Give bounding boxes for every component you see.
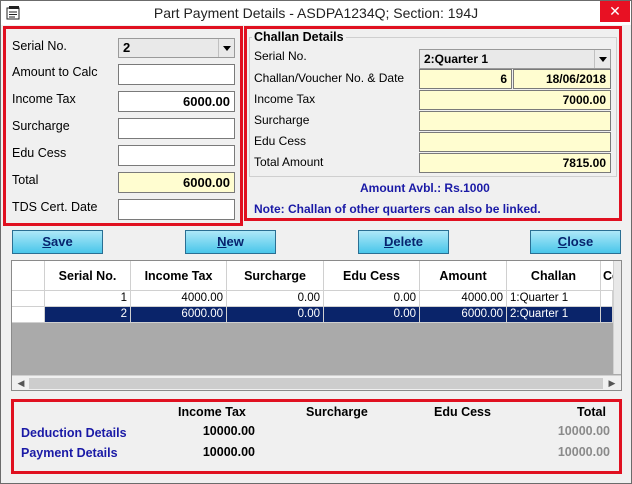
edu-cess-input[interactable]	[118, 145, 235, 166]
grid-corner-header	[12, 261, 45, 291]
scroll-left-icon[interactable]: ◀	[14, 376, 28, 390]
voucher-no-field: 6	[419, 69, 512, 89]
deduction-details-label: Deduction Details	[21, 426, 127, 440]
part-payment-window: Part Payment Details - ASDPA1234Q; Secti…	[0, 0, 632, 484]
challan-income-tax-label: Income Tax	[254, 92, 316, 106]
challan-total-field: 7815.00	[419, 153, 611, 173]
amount-calc-input[interactable]	[118, 64, 235, 85]
challan-edu-cess-label: Edu Cess	[254, 134, 307, 148]
challan-total-label: Total Amount	[254, 155, 324, 169]
col-serial-header[interactable]: Serial No.	[45, 261, 131, 291]
income-tax-label: Income Tax	[12, 92, 76, 106]
amount-calc-label: Amount to Calc	[12, 65, 98, 79]
table-cell[interactable]: 6000.00	[420, 307, 507, 323]
serial-select[interactable]: 2	[118, 38, 235, 58]
serial-select-value: 2	[123, 40, 131, 55]
table-cell[interactable]: 0.00	[227, 307, 324, 323]
summary-edu-cess-header: Edu Cess	[434, 405, 491, 419]
vertical-scrollbar[interactable]	[613, 261, 621, 374]
payments-grid[interactable]: Serial No. Income Tax Surcharge Edu Cess…	[11, 260, 622, 391]
income-tax-input[interactable]: 6000.00	[118, 91, 235, 112]
close-button-mnemonic: C	[557, 234, 568, 249]
save-button-label: ave	[50, 234, 73, 249]
table-cell[interactable]: 4000.00	[131, 291, 227, 307]
tds-date-label: TDS Cert. Date	[12, 200, 98, 214]
challan-note-text: Note: Challan of other quarters can also…	[254, 202, 541, 216]
table-cell[interactable]: 0.00	[324, 307, 420, 323]
scroll-right-icon[interactable]: ▶	[605, 376, 619, 390]
deduction-total-value: 10000.00	[557, 424, 610, 438]
challan-surcharge-field	[419, 111, 611, 131]
delete-button[interactable]: Delete	[358, 230, 449, 254]
table-cell[interactable]: 2	[45, 307, 131, 323]
payment-income-tax-value: 10000.00	[202, 445, 255, 459]
surcharge-label: Surcharge	[12, 119, 70, 133]
table-cell[interactable]: 6000.00	[131, 307, 227, 323]
surcharge-input[interactable]	[118, 118, 235, 139]
delete-button-label: elete	[393, 234, 424, 249]
chevron-down-icon[interactable]	[594, 50, 610, 68]
payment-total-value: 10000.00	[557, 445, 610, 459]
save-button[interactable]: Save	[12, 230, 103, 254]
window-title: Part Payment Details - ASDPA1234Q; Secti…	[153, 5, 479, 21]
table-cell[interactable]: 1:Quarter 1	[507, 291, 601, 307]
delete-button-mnemonic: D	[383, 234, 394, 249]
voucher-label: Challan/Voucher No. & Date	[254, 71, 405, 85]
scroll-thumb[interactable]	[29, 378, 603, 389]
summary-income-tax-header: Income Tax	[178, 405, 246, 419]
payment-details-label: Payment Details	[21, 446, 118, 460]
close-button[interactable]: Close	[530, 230, 621, 254]
col-amount-header[interactable]: Amount	[420, 261, 507, 291]
table-cell[interactable]	[601, 291, 613, 307]
voucher-date-field: 18/06/2018	[513, 69, 611, 89]
challan-serial-value: 2:Quarter 1	[424, 52, 489, 66]
table-cell[interactable]: 0.00	[324, 291, 420, 307]
deduction-income-tax-value: 10000.00	[202, 424, 255, 438]
chevron-down-icon[interactable]	[218, 39, 234, 57]
close-button-label: lose	[567, 234, 594, 249]
col-income-tax-header[interactable]: Income Tax	[131, 261, 227, 291]
col-surcharge-header[interactable]: Surcharge	[227, 261, 324, 291]
row-header[interactable]	[12, 291, 45, 307]
summary-total-header: Total	[577, 405, 606, 419]
table-cell[interactable]: 2:Quarter 1	[507, 307, 601, 323]
challan-edu-cess-field	[419, 132, 611, 152]
row-header[interactable]	[12, 307, 45, 323]
new-button[interactable]: New	[185, 230, 276, 254]
edu-cess-label: Edu Cess	[12, 146, 67, 160]
challan-income-tax-field: 7000.00	[419, 90, 611, 110]
tds-date-input[interactable]	[118, 199, 235, 220]
col-edu-cess-header[interactable]: Edu Cess	[324, 261, 420, 291]
table-cell[interactable]: 1	[45, 291, 131, 307]
horizontal-scrollbar[interactable]: ◀ ▶	[12, 375, 621, 390]
table-cell[interactable]: 4000.00	[420, 291, 507, 307]
serial-label: Serial No.	[12, 39, 67, 53]
save-button-mnemonic: S	[42, 234, 51, 249]
amount-available-text: Amount Avbl.: Rs.1000	[360, 181, 490, 195]
title-bar[interactable]: Part Payment Details - ASDPA1234Q; Secti…	[1, 1, 631, 25]
total-field: 6000.00	[118, 172, 235, 193]
table-cell[interactable]	[601, 307, 613, 323]
col-challan-header[interactable]: Challan	[507, 261, 601, 291]
close-window-icon[interactable]: ✕	[600, 1, 630, 22]
table-cell[interactable]: 0.00	[227, 291, 324, 307]
new-button-mnemonic: N	[217, 234, 227, 249]
challan-serial-label: Serial No.	[254, 49, 307, 63]
summary-surcharge-header: Surcharge	[306, 405, 368, 419]
new-button-label: ew	[226, 234, 244, 249]
total-label: Total	[12, 173, 39, 187]
challan-serial-select[interactable]: 2:Quarter 1	[419, 49, 611, 69]
challan-group-title: Challan Details	[252, 30, 346, 44]
challan-surcharge-label: Surcharge	[254, 113, 310, 127]
